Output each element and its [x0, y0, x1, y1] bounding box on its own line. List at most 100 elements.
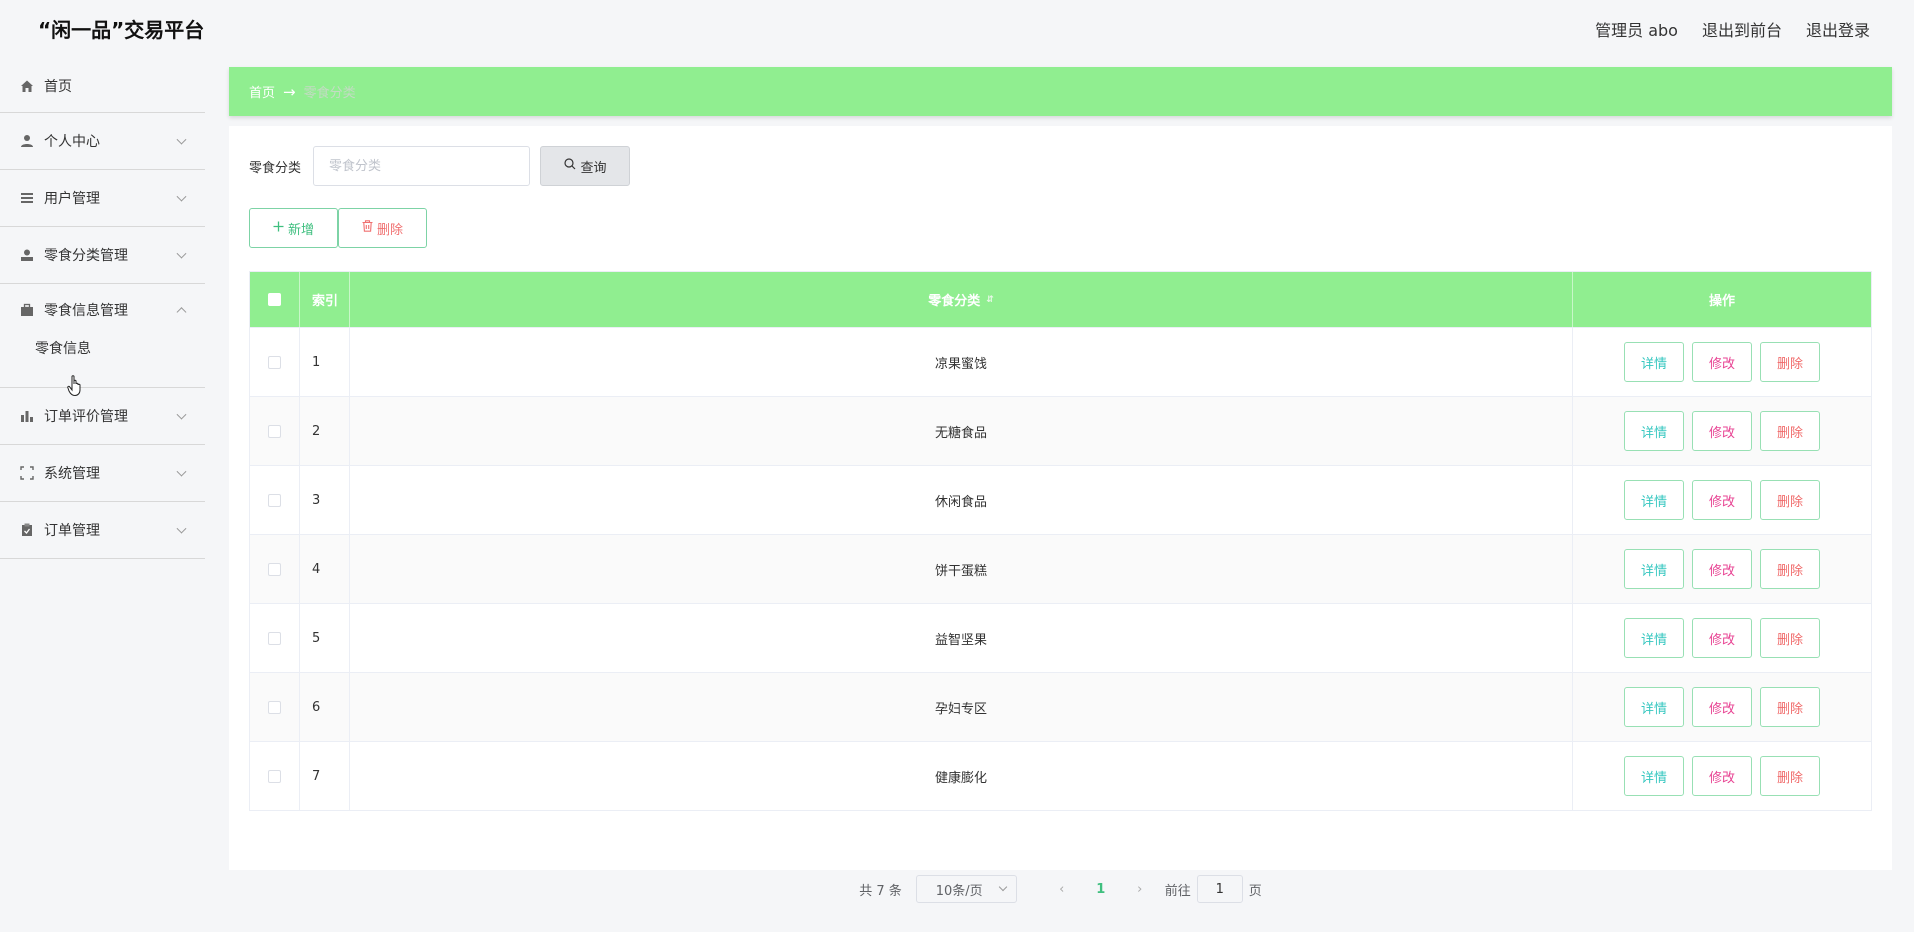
add-button[interactable]: 新增 [249, 208, 338, 248]
row-index: 1 [300, 328, 350, 396]
batch-delete-label: 删除 [376, 222, 403, 238]
batch-delete-button[interactable]: 删除 [338, 208, 427, 248]
detail-button[interactable]: 详情 [1624, 756, 1684, 796]
chevron-down-icon [176, 191, 187, 202]
row-category: 饼干蛋糕 [350, 535, 1573, 603]
detail-button[interactable]: 详情 [1624, 618, 1684, 658]
chevron-down-icon [998, 882, 1007, 892]
edit-button[interactable]: 修改 [1692, 549, 1752, 589]
row-check-cell [250, 397, 300, 465]
edit-button[interactable]: 修改 [1692, 687, 1752, 727]
list-icon [20, 191, 34, 205]
table-row: 6 孕妇专区 详情 修改 删除 [250, 672, 1871, 741]
delete-button[interactable]: 删除 [1760, 756, 1820, 796]
person-card-icon [20, 248, 34, 262]
row-checkbox[interactable] [268, 769, 281, 783]
breadcrumb-home[interactable]: 首页 [249, 82, 275, 101]
main-content: 首页 → 零食分类 零食分类 查询 新增 [229, 67, 1892, 903]
row-check-cell [250, 535, 300, 603]
hand-cursor-icon [67, 375, 85, 402]
table-row: 4 饼干蛋糕 详情 修改 删除 [250, 534, 1871, 603]
app-title: “闲一品”交易平台 [38, 18, 205, 42]
table-row: 1 凉果蜜饯 详情 修改 删除 [250, 327, 1871, 396]
sort-icon[interactable]: ⇵ [986, 295, 994, 305]
row-checkbox[interactable] [268, 700, 281, 714]
sidebar-item-system-management[interactable]: 系统管理 [0, 445, 205, 502]
row-category: 凉果蜜饯 [350, 328, 1573, 396]
row-ops: 详情 修改 删除 [1573, 535, 1871, 603]
logout-link[interactable]: 退出登录 [1806, 17, 1870, 41]
row-checkbox[interactable] [268, 424, 281, 438]
query-button[interactable]: 查询 [540, 146, 631, 186]
query-button-label: 查询 [580, 160, 607, 176]
sidebar-item-snack-info-management[interactable]: 零食信息管理 [0, 284, 205, 336]
sidebar-item-user-management[interactable]: 用户管理 [0, 170, 205, 227]
detail-button[interactable]: 详情 [1624, 411, 1684, 451]
row-ops: 详情 修改 删除 [1573, 604, 1871, 672]
frame-icon [20, 466, 34, 480]
user-icon [20, 134, 34, 148]
sidebar-item-order-review-management[interactable]: 订单评价管理 [0, 388, 205, 445]
row-index: 7 [300, 742, 350, 810]
bar-chart-icon [20, 409, 34, 423]
page-size-select[interactable]: 10条/页 [915, 875, 1017, 903]
select-all-checkbox[interactable] [268, 293, 281, 306]
row-check-cell [250, 673, 300, 741]
detail-button[interactable]: 详情 [1624, 342, 1684, 382]
exit-to-front-link[interactable]: 退出到前台 [1702, 17, 1782, 41]
sidebar-subitem-snack-info[interactable]: 零食信息 [0, 336, 205, 388]
page-size-value: 10条/页 [935, 883, 983, 899]
row-check-cell [250, 604, 300, 672]
sidebar-item-label: 订单评价管理 [44, 409, 128, 425]
row-check-cell [250, 742, 300, 810]
sidebar-item-personal-center[interactable]: 个人中心 [0, 113, 205, 170]
sidebar-item-label: 零食信息管理 [44, 303, 128, 319]
trash-icon [362, 220, 373, 236]
sidebar-item-label: 用户管理 [44, 191, 100, 207]
row-checkbox[interactable] [268, 355, 281, 369]
add-button-label: 新增 [287, 222, 314, 238]
row-index: 3 [300, 466, 350, 534]
delete-button[interactable]: 删除 [1760, 687, 1820, 727]
chevron-down-icon [176, 248, 187, 259]
category-search-input[interactable] [313, 146, 531, 186]
detail-button[interactable]: 详情 [1624, 549, 1684, 589]
prev-page-icon[interactable]: ‹ [1047, 882, 1077, 897]
goto-suffix: 页 [1248, 883, 1262, 899]
chevron-down-icon [176, 409, 187, 420]
table-row: 5 益智坚果 详情 修改 删除 [250, 603, 1871, 672]
chevron-down-icon [176, 134, 187, 145]
detail-button[interactable]: 详情 [1624, 687, 1684, 727]
current-page[interactable]: 1 [1077, 882, 1125, 897]
delete-button[interactable]: 删除 [1760, 549, 1820, 589]
edit-button[interactable]: 修改 [1692, 480, 1752, 520]
edit-button[interactable]: 修改 [1692, 756, 1752, 796]
row-checkbox[interactable] [268, 631, 281, 645]
breadcrumb-current: 零食分类 [303, 86, 356, 101]
delete-button[interactable]: 删除 [1760, 342, 1820, 382]
header-category[interactable]: 零食分类 ⇵ [350, 272, 1573, 327]
edit-button[interactable]: 修改 [1692, 618, 1752, 658]
edit-button[interactable]: 修改 [1692, 411, 1752, 451]
delete-button[interactable]: 删除 [1760, 618, 1820, 658]
header-ops: 操作 [1708, 294, 1735, 309]
row-ops: 详情 修改 删除 [1573, 328, 1871, 396]
sidebar-item-category-management[interactable]: 零食分类管理 [0, 227, 205, 284]
sidebar-item-order-management[interactable]: 订单管理 [0, 502, 205, 559]
chevron-down-icon [176, 466, 187, 477]
goto-page-input[interactable]: 1 [1196, 875, 1243, 903]
next-page-icon[interactable]: › [1125, 882, 1155, 897]
detail-button[interactable]: 详情 [1624, 480, 1684, 520]
row-checkbox[interactable] [268, 562, 281, 576]
edit-button[interactable]: 修改 [1692, 342, 1752, 382]
sidebar-item-home[interactable]: 首页 [0, 60, 205, 113]
row-checkbox[interactable] [268, 493, 281, 507]
row-ops: 详情 修改 删除 [1573, 466, 1871, 534]
table-row: 2 无糖食品 详情 修改 删除 [250, 396, 1871, 465]
delete-button[interactable]: 删除 [1760, 480, 1820, 520]
delete-button[interactable]: 删除 [1760, 411, 1820, 451]
sidebar-item-label: 订单管理 [44, 523, 100, 539]
chevron-up-icon [176, 307, 187, 318]
sidebar-item-label: 零食分类管理 [44, 248, 128, 264]
pagination: 共 7 条 10条/页 ‹ 1 › 前往 1 页 [229, 875, 1892, 903]
